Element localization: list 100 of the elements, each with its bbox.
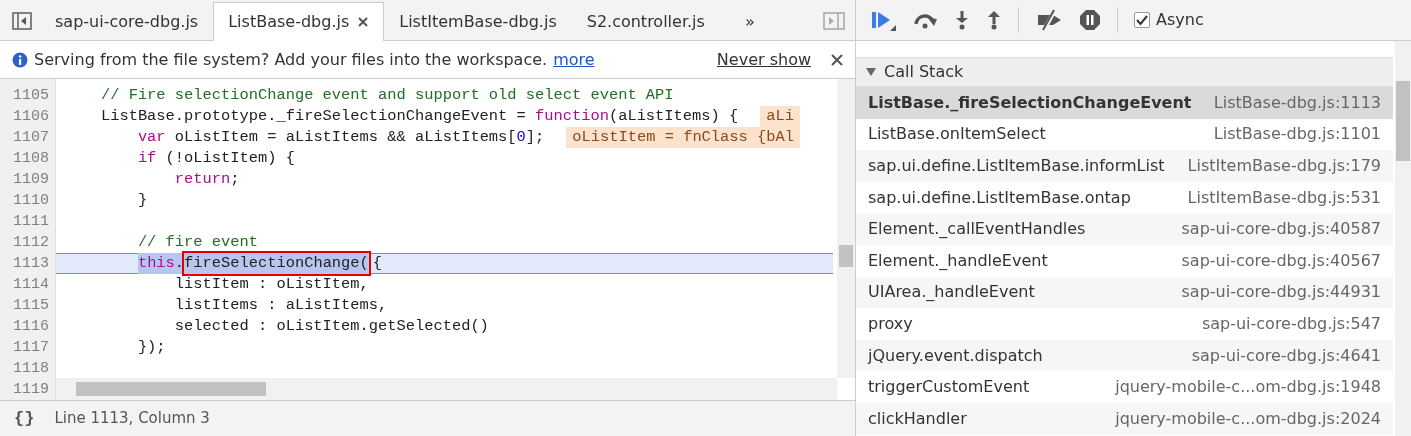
async-checkbox[interactable]: Async bbox=[1134, 8, 1204, 32]
sidebar-toggle-icon bbox=[823, 12, 845, 30]
code-text: listItems : aListItems, bbox=[173, 295, 388, 316]
code-text: (!oListItem) { bbox=[164, 148, 295, 169]
code-comment: // Fire selectionChange event and support old select event API bbox=[99, 85, 674, 106]
code-text: } bbox=[136, 190, 148, 211]
source-location: sap-ui-core-dbg.js:4641 bbox=[1191, 344, 1381, 367]
line-number: 1116 bbox=[12, 317, 50, 337]
function-name: sap.ui.define.ListItemBase.informList bbox=[868, 155, 1165, 177]
line-number: 1109 bbox=[12, 170, 50, 190]
function-name: ListBase.onItemSelect bbox=[868, 123, 1046, 146]
function-name: triggerCustomEvent bbox=[868, 376, 1030, 399]
cursor-position: Line 1113, Column 3 bbox=[54, 408, 210, 430]
code-text: 0 bbox=[516, 127, 526, 148]
function-name: Element._callEventHandles bbox=[868, 218, 1086, 241]
source-location: ListItemBase-dbg.js:179 bbox=[1187, 155, 1381, 177]
tab-label: ListItemBase-dbg.js bbox=[399, 10, 557, 33]
source-location: sap-ui-core-dbg.js:40567 bbox=[1181, 249, 1381, 272]
inline-value: oListItem = fnClass {bAl bbox=[566, 127, 800, 148]
info-icon bbox=[12, 51, 28, 68]
call-frame[interactable]: jQuery.event.dispatch sap-ui-core-dbg.js:4641 bbox=[856, 339, 1393, 372]
close-icon[interactable] bbox=[357, 16, 370, 28]
code-text: listItem : oListItem, bbox=[173, 274, 369, 295]
step-into-button[interactable] bbox=[954, 9, 970, 31]
file-tab[interactable]: sap-ui-core-dbg.js bbox=[40, 2, 214, 40]
source-location: jquery-mobile-c...om-dbg.js:1948 bbox=[1115, 376, 1381, 399]
source-location: sap-ui-core-dbg.js:44931 bbox=[1181, 281, 1381, 304]
call-frame[interactable]: sap.ui.define.ListItemBase.ontap ListItemBase-dbg.js:531 bbox=[856, 181, 1393, 214]
close-icon bbox=[831, 53, 843, 66]
file-tab[interactable]: ListItemBase-dbg.js bbox=[384, 2, 572, 40]
vertical-scrollbar[interactable] bbox=[837, 79, 855, 378]
code-text: this bbox=[137, 253, 175, 274]
code-text: fireSelectionChange( bbox=[184, 253, 369, 274]
call-frame[interactable]: clickHandler jquery-mobile-c...om-dbg.js:2024 bbox=[856, 402, 1393, 435]
file-tab[interactable]: ListBase-dbg.js bbox=[213, 2, 385, 41]
info-message: Serving from the file system? Add your files into the workspace. bbox=[34, 48, 548, 71]
source-location: jquery-mobile-c...om-dbg.js:2024 bbox=[1115, 407, 1381, 430]
sidebar-toggle-icon bbox=[12, 12, 32, 30]
close-button[interactable] bbox=[831, 53, 843, 66]
source-location: sap-ui-core-dbg.js:40587 bbox=[1181, 218, 1381, 241]
pause-icon bbox=[1079, 9, 1101, 31]
call-frame[interactable]: ListBase.onItemSelect ListBase-dbg.js:1101 bbox=[856, 118, 1393, 151]
more-tabs-button[interactable]: » bbox=[729, 2, 770, 40]
code-comment: // fire event bbox=[136, 232, 258, 253]
breakpoints-off-icon bbox=[1035, 9, 1063, 31]
line-number: 1114 bbox=[12, 275, 50, 295]
call-frame[interactable]: triggerCustomEvent jquery-mobile-c...om-dbg.js:1948 bbox=[856, 371, 1393, 403]
code-text: function bbox=[535, 106, 609, 127]
code-text: if bbox=[136, 148, 157, 169]
function-name: clickHandler bbox=[868, 407, 967, 430]
tab-label: S2.controller.js bbox=[586, 10, 705, 33]
horizontal-scrollbar[interactable] bbox=[56, 378, 837, 400]
call-frame[interactable]: Element._callEventHandles sap-ui-core-dbg.js:40587 bbox=[856, 213, 1393, 245]
code-text: ListBase.prototype._fireSelectionChangeEvent = bbox=[99, 106, 527, 127]
call-frame[interactable]: Element._handleEvent sap-ui-core-dbg.js:40567 bbox=[856, 244, 1393, 277]
step-into-icon bbox=[954, 9, 970, 31]
line-number: 1115 bbox=[12, 296, 50, 316]
code-text: return bbox=[173, 169, 231, 190]
line-number: 1107 bbox=[12, 128, 50, 148]
source-location: ListItemBase-dbg.js:531 bbox=[1187, 186, 1381, 209]
line-number: 1106 bbox=[12, 107, 50, 127]
toggle-navigator-button[interactable] bbox=[12, 12, 32, 30]
resume-button[interactable] bbox=[870, 9, 896, 31]
file-tab[interactable]: S2.controller.js bbox=[571, 2, 720, 40]
code-text: ]; bbox=[525, 127, 545, 148]
check-icon bbox=[1136, 14, 1148, 26]
never-show-link[interactable]: Never show bbox=[716, 47, 811, 72]
function-name: ListBase._fireSelectionChangeEvent bbox=[868, 91, 1192, 114]
function-name: proxy bbox=[868, 312, 913, 335]
pretty-print-button[interactable]: {} bbox=[14, 405, 35, 432]
deactivate-breakpoints-button[interactable] bbox=[1035, 9, 1063, 31]
call-frame[interactable]: ListBase._fireSelectionChangeEvent ListBase-dbg.js:1113 bbox=[856, 87, 1393, 119]
line-number: 1112 bbox=[12, 233, 50, 253]
code-text: var bbox=[136, 127, 166, 148]
call-frame[interactable]: UIArea._handleEvent sap-ui-core-dbg.js:44931 bbox=[856, 276, 1393, 309]
line-number: 1117 bbox=[12, 338, 50, 358]
call-frame[interactable]: proxy sap-ui-core-dbg.js:547 bbox=[856, 308, 1393, 340]
step-out-icon bbox=[986, 9, 1002, 31]
call-stack-header[interactable]: Call Stack bbox=[856, 57, 1393, 87]
code-text: (aListItems) { bbox=[608, 106, 739, 127]
function-name: UIArea._handleEvent bbox=[868, 281, 1035, 304]
inline-value: aLi bbox=[760, 106, 800, 127]
toggle-debugger-button[interactable] bbox=[823, 12, 845, 30]
vertical-scrollbar[interactable] bbox=[1395, 41, 1411, 436]
line-number: 1108 bbox=[12, 149, 50, 169]
line-number: 1111 bbox=[12, 212, 50, 232]
code-text: oListItem = aListItems && aListItems[ bbox=[173, 127, 517, 148]
pause-on-exceptions-button[interactable] bbox=[1079, 9, 1101, 31]
expanded-triangle-icon bbox=[866, 67, 876, 77]
line-number: 1118 bbox=[12, 359, 50, 379]
source-location: ListBase-dbg.js:1101 bbox=[1213, 123, 1381, 146]
more-link[interactable]: more bbox=[553, 47, 595, 72]
tab-label: ListBase-dbg.js bbox=[228, 11, 350, 33]
resume-icon bbox=[870, 9, 896, 31]
line-number: 1113 bbox=[12, 254, 50, 274]
code-text: }); bbox=[136, 337, 166, 358]
line-number: 1119 bbox=[12, 380, 50, 400]
step-out-button[interactable] bbox=[986, 9, 1002, 31]
tab-label: sap-ui-core-dbg.js bbox=[55, 10, 199, 33]
call-frame[interactable]: sap.ui.define.ListItemBase.informList ListItemBase-dbg.js:179 bbox=[856, 150, 1393, 182]
